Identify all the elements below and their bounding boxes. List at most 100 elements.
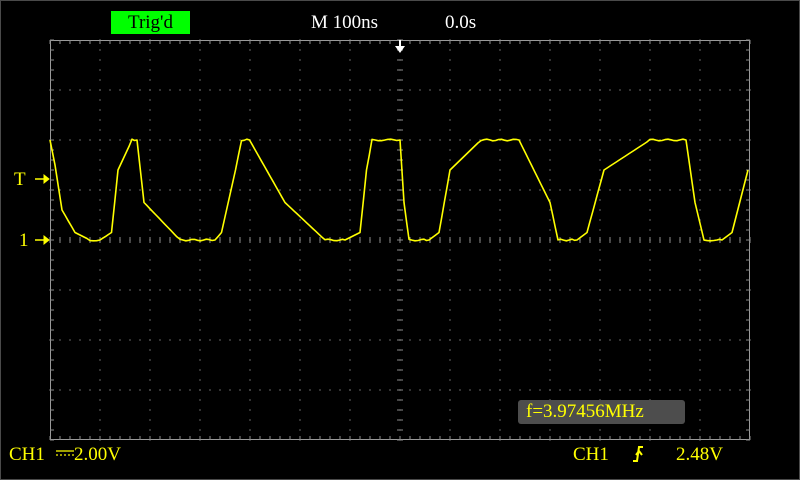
- grid-dot: [89, 339, 91, 341]
- grid-dot: [299, 409, 301, 411]
- grid-dot: [319, 289, 321, 291]
- grid-dot: [299, 59, 301, 61]
- grid-dot: [739, 89, 741, 91]
- grid-dot: [269, 389, 271, 391]
- grid-dot: [649, 179, 651, 181]
- grid-dot: [739, 139, 741, 141]
- grid-dot: [349, 169, 351, 171]
- grid-dot: [349, 149, 351, 151]
- grid-dot: [129, 389, 131, 391]
- grid-dot: [499, 399, 501, 401]
- grid-dot: [149, 389, 151, 391]
- grid-dot: [199, 339, 201, 341]
- grid-dot: [349, 359, 351, 361]
- grid-dot: [299, 279, 301, 281]
- grid-dot: [119, 389, 121, 391]
- grid-dot: [699, 139, 701, 141]
- grid-dot: [149, 99, 151, 101]
- grid-dot: [569, 389, 571, 391]
- grid-dot: [109, 289, 111, 291]
- grid-dot: [629, 339, 631, 341]
- grid-dot: [719, 339, 721, 341]
- grid-dot: [649, 329, 651, 331]
- grid-dot: [309, 289, 311, 291]
- grid-dot: [299, 79, 301, 81]
- grid-dot: [699, 259, 701, 261]
- grid-dot: [619, 89, 621, 91]
- grid-dot: [599, 359, 601, 361]
- grid-dot: [149, 369, 151, 371]
- grid-dot: [519, 89, 521, 91]
- grid-dot: [449, 419, 451, 421]
- grid-dot: [549, 309, 551, 311]
- grid-dot: [359, 89, 361, 91]
- grid-dot: [179, 339, 181, 341]
- grid-dot: [279, 89, 281, 91]
- grid-dot: [599, 109, 601, 111]
- grid-dot: [99, 289, 101, 291]
- grid-dot: [529, 89, 531, 91]
- grid-dot: [259, 139, 261, 141]
- grid-dot: [249, 409, 251, 411]
- grid-dot: [349, 249, 351, 251]
- grid-dot: [139, 339, 141, 341]
- grid-dot: [289, 139, 291, 141]
- grid-dot: [419, 139, 421, 141]
- grid-dot: [449, 299, 451, 301]
- grid-dot: [209, 139, 211, 141]
- grid-dot: [549, 129, 551, 131]
- grid-dot: [699, 319, 701, 321]
- grid-dot: [99, 159, 101, 161]
- grid-dot: [709, 89, 711, 91]
- grid-dot: [409, 189, 411, 191]
- oscilloscope-screen: Trig'd M 100ns 0.0s T 1 f=3.97456MHz CH1…: [0, 0, 800, 480]
- grid-dot: [559, 139, 561, 141]
- grid-dot: [99, 419, 101, 421]
- grid-dot: [409, 339, 411, 341]
- grid-dot: [349, 329, 351, 331]
- grid-dot: [109, 89, 111, 91]
- grid-dot: [99, 429, 101, 431]
- grid-dot: [119, 339, 121, 341]
- grid-dot: [539, 339, 541, 341]
- grid-dot: [79, 189, 81, 191]
- grid-dot: [249, 289, 251, 291]
- grid-dot: [99, 199, 101, 201]
- grid-dot: [99, 369, 101, 371]
- grid-dot: [699, 279, 701, 281]
- grid-dot: [369, 89, 371, 91]
- grid-dot: [489, 189, 491, 191]
- grid-dot: [249, 369, 251, 371]
- grid-dot: [59, 139, 61, 141]
- grid-dot: [249, 339, 251, 341]
- grid-dot: [599, 169, 601, 171]
- grid-dot: [339, 289, 341, 291]
- grid-dot: [199, 309, 201, 311]
- grid-dot: [599, 319, 601, 321]
- grid-dot: [699, 389, 701, 391]
- grid-dot: [149, 69, 151, 71]
- grid-dot: [179, 289, 181, 291]
- grid-dot: [599, 259, 601, 261]
- grid-dot: [459, 289, 461, 291]
- grid-dot: [699, 159, 701, 161]
- grid-dot: [149, 229, 151, 231]
- grid-dot: [209, 339, 211, 341]
- grid-dot: [349, 99, 351, 101]
- grid-dot: [449, 319, 451, 321]
- grid-dot: [719, 289, 721, 291]
- grid-dot: [349, 369, 351, 371]
- grid-dot: [149, 269, 151, 271]
- grid-dot: [109, 139, 111, 141]
- grid-dot: [449, 279, 451, 281]
- grid-dot: [649, 79, 651, 81]
- grid-dot: [249, 169, 251, 171]
- grid-dot: [599, 329, 601, 331]
- grid-dot: [199, 289, 201, 291]
- grid-dot: [319, 389, 321, 391]
- grid-dot: [339, 89, 341, 91]
- grid-dot: [499, 219, 501, 221]
- grid-dot: [619, 389, 621, 391]
- grid-dot: [169, 189, 171, 191]
- grid-dot: [699, 119, 701, 121]
